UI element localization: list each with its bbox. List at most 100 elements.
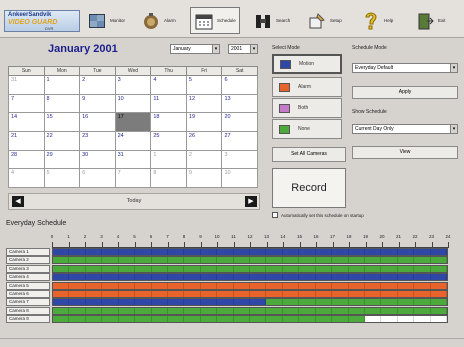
calendar-day[interactable]: 24	[114, 130, 152, 151]
schedule-hour-cell-alarm[interactable]	[299, 282, 316, 289]
schedule-hour-cell-alarm[interactable]	[430, 290, 448, 297]
schedule-hour-cell-alarm[interactable]	[53, 290, 70, 297]
schedule-hour-cell-none[interactable]	[167, 257, 185, 264]
calendar-day[interactable]: 1	[150, 149, 187, 170]
calendar-day[interactable]: 13	[221, 93, 258, 114]
schedule-hour-cell-motion[interactable]	[135, 299, 152, 306]
schedule-hour-cell-motion[interactable]	[217, 274, 234, 281]
schedule-hour-cell-none[interactable]	[315, 299, 333, 306]
calendar-day[interactable]: 15	[43, 112, 81, 132]
schedule-hour-cell-none[interactable]	[53, 316, 70, 323]
year-select[interactable]: 2001 ▾	[228, 44, 258, 54]
schedule-hour-cell-alarm[interactable]	[299, 290, 316, 297]
schedule-hour-cell-motion[interactable]	[200, 249, 218, 255]
schedule-hour-cell-motion[interactable]	[315, 249, 333, 255]
schedule-hour-cell-none[interactable]	[250, 265, 267, 272]
schedule-hour-cell-motion[interactable]	[332, 249, 349, 255]
auto-schedule-checkbox[interactable]	[272, 212, 278, 218]
schedule-hour-cell-motion[interactable]	[365, 249, 382, 255]
calendar-day[interactable]: 12	[185, 93, 223, 114]
camera-schedule-bar[interactable]	[52, 315, 448, 324]
schedule-hour-cell-none[interactable]	[217, 257, 234, 264]
schedule-hour-cell-none[interactable]	[69, 257, 86, 264]
camera-schedule-bar[interactable]	[52, 273, 448, 282]
schedule-hour-cell-alarm[interactable]	[200, 290, 218, 297]
schedule-hour-cell-none[interactable]	[233, 316, 251, 323]
schedule-hour-cell-alarm[interactable]	[118, 282, 136, 289]
schedule-hour-cell-motion[interactable]	[217, 249, 234, 255]
schedule-hour-cell-alarm[interactable]	[348, 290, 366, 297]
schedule-hour-cell-alarm[interactable]	[69, 282, 86, 289]
schedule-hour-cell-none[interactable]	[85, 316, 103, 323]
calendar-day[interactable]: 6	[221, 75, 258, 95]
schedule-hour-cell-alarm[interactable]	[282, 282, 300, 289]
schedule-hour-cell-motion[interactable]	[266, 274, 283, 281]
schedule-hour-cell-none[interactable]	[266, 299, 283, 306]
schedule-hour-cell-none[interactable]	[233, 257, 251, 264]
camera-schedule-bar[interactable]	[52, 306, 448, 315]
calendar-day[interactable]: 14	[8, 112, 45, 132]
calendar-day[interactable]: 30	[79, 149, 116, 170]
calendar-day[interactable]: 2	[79, 75, 116, 95]
calendar-day-selected[interactable]: 17	[114, 112, 152, 132]
toolbar-monitor-button[interactable]: Monitor	[84, 7, 128, 34]
schedule-hour-cell-none[interactable]	[118, 257, 136, 264]
schedule-hour-cell-motion[interactable]	[151, 299, 168, 306]
schedule-hour-cell-alarm[interactable]	[135, 282, 152, 289]
schedule-hour-cell-motion[interactable]	[430, 274, 448, 281]
schedule-hour-cell-motion[interactable]	[102, 249, 119, 255]
schedule-hour-cell-alarm[interactable]	[233, 290, 251, 297]
schedule-hour-cell-alarm[interactable]	[217, 282, 234, 289]
schedule-hour-cell-none[interactable]	[381, 257, 398, 264]
schedule-hour-cell-none[interactable]	[414, 257, 431, 264]
schedule-hour-cell-alarm[interactable]	[217, 290, 234, 297]
schedule-hour-cell-none[interactable]	[85, 265, 103, 272]
schedule-hour-cell-none[interactable]	[315, 316, 333, 323]
schedule-hour-cell-none[interactable]	[217, 307, 234, 314]
schedule-hour-cell-alarm[interactable]	[282, 290, 300, 297]
schedule-hour-cell-alarm[interactable]	[69, 290, 86, 297]
schedule-hour-cell-none[interactable]	[167, 307, 185, 314]
calendar-day[interactable]: 27	[221, 130, 258, 151]
schedule-hour-cell-motion[interactable]	[217, 299, 234, 306]
mode-none-button[interactable]: None	[272, 119, 342, 139]
calendar-day[interactable]: 10	[114, 93, 152, 114]
schedule-hour-cell-none[interactable]	[151, 257, 168, 264]
schedule-hour-cell-motion[interactable]	[69, 299, 86, 306]
calendar-day[interactable]: 19	[185, 112, 223, 132]
schedule-hour-cell-alarm[interactable]	[151, 290, 168, 297]
schedule-hour-cell-none[interactable]	[151, 307, 168, 314]
schedule-hour-cell-alarm[interactable]	[397, 290, 415, 297]
schedule-hour-cell-none[interactable]	[299, 307, 316, 314]
schedule-hour-cell-none[interactable]	[348, 257, 366, 264]
schedule-hour-cell-motion[interactable]	[85, 274, 103, 281]
toolbar-search-button[interactable]: Search	[250, 7, 293, 34]
schedule-mode-select[interactable]: Everyday Default ▾	[352, 63, 458, 73]
camera-schedule-bar[interactable]	[52, 264, 448, 273]
calendar-day[interactable]: 31	[8, 75, 45, 95]
schedule-hour-cell-none[interactable]	[102, 307, 119, 314]
toolbar-schedule-button[interactable]: Schedule	[190, 7, 240, 34]
schedule-hour-cell-none[interactable]	[102, 265, 119, 272]
schedule-hour-cell-none[interactable]	[151, 316, 168, 323]
schedule-hour-cell-none[interactable]	[381, 299, 398, 306]
schedule-hour-cell-none[interactable]	[69, 307, 86, 314]
schedule-hour-cell-alarm[interactable]	[315, 282, 333, 289]
schedule-hour-cell-alarm[interactable]	[151, 282, 168, 289]
schedule-hour-cell-none[interactable]	[250, 307, 267, 314]
schedule-hour-cell-none[interactable]	[184, 265, 201, 272]
schedule-hour-cell-none[interactable]	[200, 265, 218, 272]
schedule-hour-cell-none[interactable]	[266, 316, 283, 323]
camera-schedule-bar[interactable]	[52, 298, 448, 307]
schedule-hour-cell-alarm[interactable]	[167, 282, 185, 289]
schedule-hour-cell-none[interactable]	[118, 265, 136, 272]
schedule-hour-cell-none[interactable]	[217, 265, 234, 272]
show-schedule-select[interactable]: Current Day Only ▾	[352, 124, 458, 134]
schedule-hour-cell-none[interactable]	[266, 307, 283, 314]
schedule-hour-cell-none[interactable]	[200, 307, 218, 314]
schedule-hour-cell-none[interactable]	[184, 307, 201, 314]
schedule-hour-cell-motion[interactable]	[135, 274, 152, 281]
calendar-day[interactable]: 7	[8, 93, 45, 114]
schedule-hour-cell-none[interactable]	[414, 299, 431, 306]
schedule-hour-cell-alarm[interactable]	[53, 282, 70, 289]
